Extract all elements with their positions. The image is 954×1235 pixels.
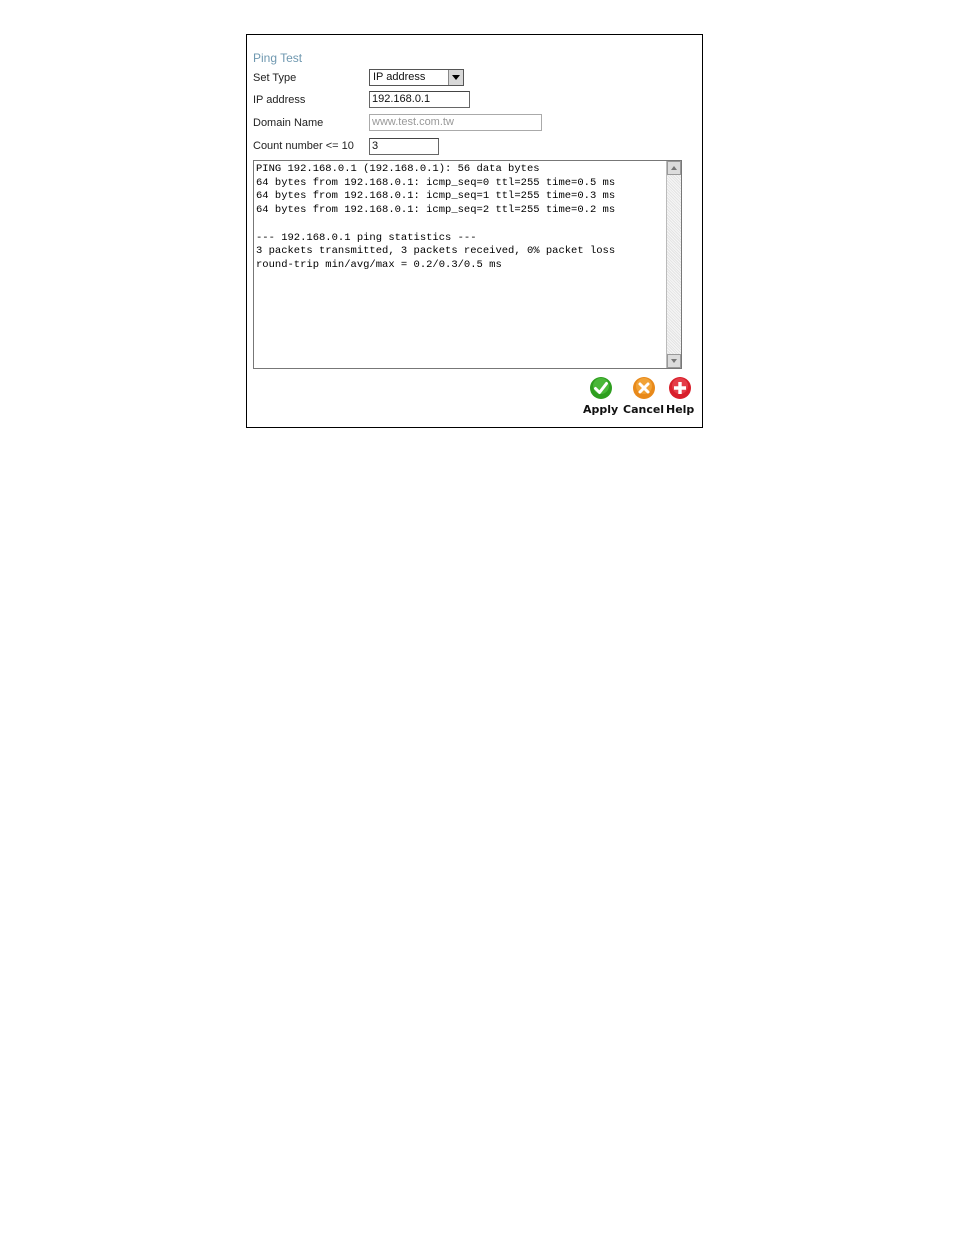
cancel-label: Cancel xyxy=(623,403,665,416)
vertical-scrollbar[interactable] xyxy=(666,161,681,368)
ip-address-input[interactable]: 192.168.0.1 xyxy=(369,91,470,108)
scroll-down-icon[interactable] xyxy=(667,354,681,368)
domain-name-label: Domain Name xyxy=(253,117,324,129)
check-icon xyxy=(589,377,612,399)
scroll-up-icon[interactable] xyxy=(667,161,681,175)
page-title: Ping Test xyxy=(253,51,303,65)
chevron-down-icon[interactable] xyxy=(448,70,463,85)
ping-test-panel: Ping Test Set Type IP address IP address… xyxy=(246,34,703,428)
cancel-button[interactable]: Cancel xyxy=(623,376,664,416)
domain-name-input[interactable]: www.test.com.tw xyxy=(369,114,542,131)
apply-label: Apply xyxy=(583,403,619,416)
apply-button[interactable]: Apply xyxy=(583,376,618,416)
count-number-label: Count number <= 10 xyxy=(253,140,354,152)
ping-output-textarea[interactable]: PING 192.168.0.1 (192.168.0.1): 56 data … xyxy=(253,160,682,369)
set-type-select[interactable]: IP address xyxy=(369,69,464,86)
set-type-label: Set Type xyxy=(253,72,297,84)
set-type-value: IP address xyxy=(373,71,426,83)
help-button[interactable]: Help xyxy=(666,376,694,416)
count-number-input[interactable]: 3 xyxy=(369,138,439,155)
cancel-x-icon xyxy=(632,377,655,399)
help-label: Help xyxy=(666,403,695,416)
ping-output-text: PING 192.168.0.1 (192.168.0.1): 56 data … xyxy=(256,163,616,271)
ip-address-label: IP address xyxy=(253,94,306,106)
plus-cross-icon xyxy=(669,377,692,399)
